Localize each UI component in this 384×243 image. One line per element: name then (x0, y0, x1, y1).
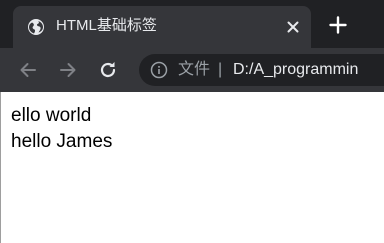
page-text-line: ello world (11, 105, 92, 126)
tab-strip: HTML基础标签 (0, 0, 384, 48)
browser-window: HTML基础标签 文件 | D:/A_programmin ello world… (0, 0, 384, 243)
globe-icon (27, 18, 45, 36)
window-edge (0, 92, 1, 243)
arrow-left-icon[interactable] (17, 59, 39, 81)
toolbar: 文件 | D:/A_programmin (0, 48, 384, 92)
close-icon[interactable] (283, 17, 303, 37)
scheme-label: 文件 (178, 61, 211, 78)
page-text-line: hello James (11, 131, 113, 152)
page-content: ello world hello James (0, 92, 384, 243)
reload-icon[interactable] (97, 59, 119, 81)
info-icon[interactable] (150, 61, 168, 79)
tab-title: HTML基础标签 (56, 17, 157, 34)
url-text[interactable]: D:/A_programmin (233, 60, 358, 80)
tab-active[interactable]: HTML基础标签 (13, 6, 311, 48)
plus-icon[interactable] (328, 15, 348, 35)
arrow-right-icon[interactable] (57, 59, 79, 81)
address-bar[interactable]: 文件 | D:/A_programmin (139, 54, 384, 86)
scheme-divider: | (218, 61, 223, 78)
